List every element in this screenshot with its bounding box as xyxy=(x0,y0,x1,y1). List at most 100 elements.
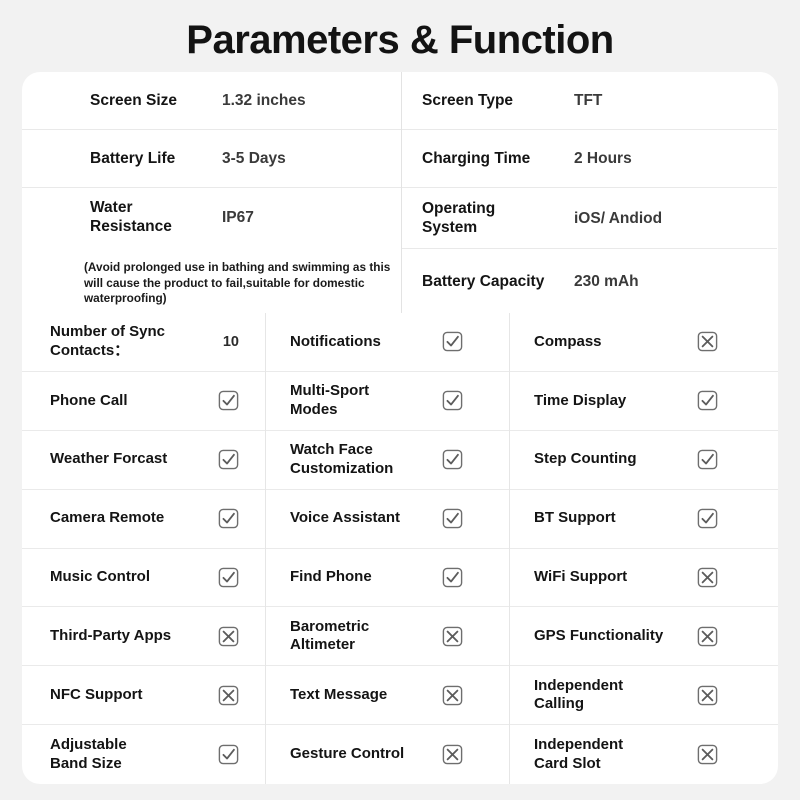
feature-label: NFC Support xyxy=(50,686,143,704)
feature-row: Notifications xyxy=(266,313,509,372)
spec-label: Water Resistance xyxy=(90,198,222,236)
spec-row-water-resistance: Water Resistance IP67 xyxy=(22,188,401,246)
spec-row-operating-system: Operating System iOS/ Andiod xyxy=(402,188,777,249)
feature-label: Number of Sync Contacts： xyxy=(50,323,165,360)
feature-row: Voice Assistant xyxy=(266,490,509,549)
spec-row-battery-life: Battery Life 3-5 Days xyxy=(22,130,401,188)
feature-row: Find Phone xyxy=(266,549,509,608)
feature-row: Barometric Altimeter xyxy=(266,607,509,667)
feature-label: BT Support xyxy=(534,509,616,527)
feature-label-line2: Card Slot xyxy=(534,754,601,772)
checkbox-checked-icon[interactable] xyxy=(442,567,463,588)
feature-row: Compass xyxy=(510,313,778,372)
water-resistance-note: (Avoid prolonged use in bathing and swim… xyxy=(84,260,391,305)
spec-value: 3-5 Days xyxy=(222,150,286,167)
spec-table-left-column: Screen Size 1.32 inches Battery Life 3-5… xyxy=(22,72,402,313)
feature-label: Step Counting xyxy=(534,450,637,468)
feature-value: 10 xyxy=(222,333,239,350)
feature-row: Step Counting xyxy=(510,431,778,490)
checkbox-crossed-icon[interactable] xyxy=(697,567,718,588)
feature-label: Independent Card Slot xyxy=(534,736,623,773)
spec-label: Battery Life xyxy=(90,150,176,167)
checkbox-crossed-icon[interactable] xyxy=(442,685,463,706)
feature-column-1: Number of Sync Contacts： 10 Phone Call Weath… xyxy=(22,313,266,784)
feature-label: Notifications xyxy=(290,332,381,350)
spec-label-line2: System xyxy=(422,219,478,236)
feature-label-line2: Altimeter xyxy=(290,636,356,654)
feature-row: Camera Remote xyxy=(22,490,265,549)
feature-row: Gesture Control xyxy=(266,725,509,784)
feature-label-line2: Band Size xyxy=(50,754,122,772)
spec-row-battery-capacity: Battery Capacity 230 mAh xyxy=(402,249,777,313)
feature-label: Watch Face Customization xyxy=(290,441,393,478)
checkbox-crossed-icon[interactable] xyxy=(218,626,239,647)
page-title: Parameters & Function xyxy=(186,18,614,62)
feature-grid: Number of Sync Contacts： 10 Phone Call Weath… xyxy=(22,313,778,784)
feature-label-line2: Contacts： xyxy=(50,341,130,359)
feature-label: Third-Party Apps xyxy=(50,627,172,645)
feature-row: Weather Forcast xyxy=(22,431,265,490)
feature-row: Phone Call xyxy=(22,372,265,431)
checkbox-crossed-icon[interactable] xyxy=(697,744,718,765)
feature-row: Number of Sync Contacts： 10 xyxy=(22,313,265,372)
feature-label: Adjustable Band Size xyxy=(50,736,127,773)
checkbox-crossed-icon[interactable] xyxy=(442,626,463,647)
spec-row-screen-size: Screen Size 1.32 inches xyxy=(22,72,401,130)
feature-label: Voice Assistant xyxy=(290,509,401,527)
spec-value: 2 Hours xyxy=(574,150,632,167)
spec-value: TFT xyxy=(574,92,603,109)
spec-label: Operating System xyxy=(422,199,574,237)
spec-value: iOS/ Andiod xyxy=(574,209,663,227)
feature-label: WiFi Support xyxy=(534,568,628,586)
feature-label-line2: Modes xyxy=(290,400,338,418)
checkbox-crossed-icon[interactable] xyxy=(442,744,463,765)
checkbox-checked-icon[interactable] xyxy=(697,390,718,411)
checkbox-crossed-icon[interactable] xyxy=(697,626,718,647)
checkbox-checked-icon[interactable] xyxy=(218,508,239,529)
feature-label: Independent Calling xyxy=(534,677,623,714)
feature-label: Weather Forcast xyxy=(50,450,168,468)
feature-label: Gesture Control xyxy=(290,745,405,763)
checkbox-checked-icon[interactable] xyxy=(697,508,718,529)
feature-row: Watch Face Customization xyxy=(266,431,509,490)
feature-row: Independent Calling xyxy=(510,666,778,726)
feature-row: Time Display xyxy=(510,372,778,431)
spec-table: Screen Size 1.32 inches Battery Life 3-5… xyxy=(22,72,778,313)
checkbox-checked-icon[interactable] xyxy=(218,390,239,411)
spec-label-line1: Operating xyxy=(422,200,496,217)
feature-label: Music Control xyxy=(50,568,150,586)
feature-label: Text Message xyxy=(290,686,388,704)
checkbox-checked-icon[interactable] xyxy=(218,744,239,765)
checkbox-checked-icon[interactable] xyxy=(218,449,239,470)
spec-label: Charging Time xyxy=(422,150,531,167)
spec-row-charging-time: Charging Time 2 Hours xyxy=(402,130,777,188)
feature-label-line2: Customization xyxy=(290,459,394,477)
feature-label-line1: Barometric xyxy=(290,617,370,635)
checkbox-crossed-icon[interactable] xyxy=(697,331,718,352)
checkbox-crossed-icon[interactable] xyxy=(697,685,718,706)
checkbox-checked-icon[interactable] xyxy=(442,331,463,352)
feature-row: NFC Support xyxy=(22,666,265,726)
spec-row-screen-type: Screen Type TFT xyxy=(402,72,777,130)
feature-label-line1: Independent xyxy=(534,736,624,754)
feature-label-line1: Number of Sync xyxy=(50,323,166,341)
checkbox-checked-icon[interactable] xyxy=(442,449,463,470)
spec-label-line2: Resistance xyxy=(90,218,172,235)
feature-row: Text Message xyxy=(266,666,509,726)
feature-row: BT Support xyxy=(510,490,778,549)
feature-label: Barometric Altimeter xyxy=(290,618,369,655)
spec-label: Screen Size xyxy=(90,92,178,109)
feature-label: Time Display xyxy=(534,391,627,409)
feature-label-line2: Calling xyxy=(534,695,585,713)
feature-label-line1: Adjustable xyxy=(50,736,127,754)
feature-label: Multi-Sport Modes xyxy=(290,382,369,419)
checkbox-checked-icon[interactable] xyxy=(218,567,239,588)
spec-label: Battery Capacity xyxy=(422,272,545,290)
checkbox-checked-icon[interactable] xyxy=(697,449,718,470)
checkbox-crossed-icon[interactable] xyxy=(218,685,239,706)
feature-label: Camera Remote xyxy=(50,509,165,527)
checkbox-checked-icon[interactable] xyxy=(442,390,463,411)
feature-row: WiFi Support xyxy=(510,549,778,608)
checkbox-checked-icon[interactable] xyxy=(442,508,463,529)
feature-row: GPS Functionality xyxy=(510,607,778,667)
